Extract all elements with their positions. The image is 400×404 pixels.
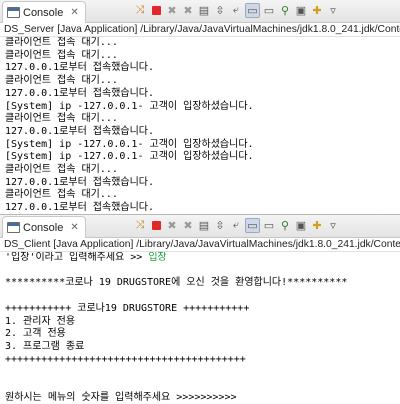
stop-icon[interactable] bbox=[149, 4, 163, 18]
client-console-tab-label: Console bbox=[23, 221, 64, 234]
display-console-icon[interactable]: ▣ bbox=[294, 4, 308, 18]
console-line: 클라이언트 접속 대기... bbox=[5, 37, 118, 48]
client-console-tab[interactable]: Console ✕ bbox=[2, 216, 86, 238]
remove-all-icon[interactable]: ✖ bbox=[181, 219, 195, 233]
show-on-output-icon[interactable]: ▭ bbox=[245, 3, 260, 18]
console-line: 127.0.0.1로부터 접속했습니다. bbox=[5, 202, 155, 214]
console-line: 클라이언트 접속 대기... bbox=[5, 49, 118, 61]
remove-launch-icon[interactable]: ✖ bbox=[165, 219, 179, 233]
console-line: 원하시는 메뉴의 숫자를 입력해주세요 >>>>>>>>>> bbox=[5, 391, 237, 403]
console-line: [System] ip -127.0.0.1- 고객이 입장하셨습니다. bbox=[5, 100, 254, 112]
server-console-toolbar: ⤨ ✖ ✖ ▤ ⇳ ⤶ ▭ ▭ ⚲ ▣ ✚ ▿ bbox=[133, 3, 340, 18]
pin-console-icon[interactable]: ⚲ bbox=[278, 4, 292, 18]
scroll-lock-icon[interactable]: ⇳ bbox=[213, 219, 227, 233]
console-line: 클라이언트 접속 대기... bbox=[5, 75, 118, 87]
console-line: 127.0.0.1로부터 접속했습니다. bbox=[5, 62, 155, 74]
console-line: 클라이언트 접속 대기... bbox=[5, 113, 118, 125]
display-console-icon[interactable]: ▣ bbox=[294, 219, 308, 233]
console-line: **********코로나 19 DRUGSTORE에 오신 것을 환영합니다!… bbox=[5, 277, 348, 289]
client-prompt-text: '입장'이라고 입력해주세요 >> bbox=[5, 252, 149, 263]
client-user-input: 입장 bbox=[148, 252, 167, 263]
clear-console-icon[interactable]: ▤ bbox=[197, 219, 211, 233]
console-line: 127.0.0.1로부터 접속했습니다. bbox=[5, 176, 155, 188]
server-console-output[interactable]: 클라이언트 접속 대기... 클라이언트 접속 대기... 127.0.0.1로… bbox=[0, 37, 400, 228]
scroll-lock-icon[interactable]: ⇳ bbox=[213, 4, 227, 18]
console-line: ++++++++++++++++++++++++++++++++++++++++ bbox=[5, 353, 246, 365]
open-console-icon[interactable]: ✚ bbox=[310, 219, 324, 233]
console-line: 2. 고객 전용 bbox=[5, 328, 66, 340]
show-on-output-icon[interactable]: ▭ bbox=[245, 218, 260, 233]
open-console-icon[interactable]: ✚ bbox=[310, 4, 324, 18]
remove-launch-icon[interactable]: ✖ bbox=[165, 4, 179, 18]
server-console-tab-label: Console bbox=[23, 6, 64, 19]
clear-console-icon[interactable]: ▤ bbox=[197, 4, 211, 18]
server-console-tab[interactable]: Console ✕ bbox=[2, 1, 86, 23]
console-line: [System] ip -127.0.0.1- 고객이 입장하셨습니다. bbox=[5, 151, 254, 163]
client-console-tabbar: Console ✕ ⤨ ✖ ✖ ▤ ⇳ ⤶ ▭ ▭ ⚲ ▣ ✚ ▿ bbox=[0, 215, 400, 238]
client-launch-description: DS_Client [Java Application] /Library/Ja… bbox=[0, 238, 400, 252]
show-on-error-icon[interactable]: ▭ bbox=[262, 4, 276, 18]
console-line: 클라이언트 접속 대기... bbox=[5, 189, 118, 201]
console-icon bbox=[7, 222, 20, 233]
close-icon[interactable]: ✕ bbox=[70, 7, 78, 18]
show-on-error-icon[interactable]: ▭ bbox=[262, 219, 276, 233]
view-menu-icon[interactable]: ▿ bbox=[326, 219, 340, 233]
console-line: [System] ip -127.0.0.1- 고객이 입장하셨습니다. bbox=[5, 138, 254, 150]
client-console-toolbar: ⤨ ✖ ✖ ▤ ⇳ ⤶ ▭ ▭ ⚲ ▣ ✚ ▿ bbox=[133, 218, 340, 233]
console-line: 3. 프로그램 종료 bbox=[5, 340, 85, 352]
console-line: +++++++++++ 코로나19 DRUGSTORE +++++++++++ bbox=[5, 302, 250, 314]
client-console-lines: **********코로나 19 DRUGSTORE에 오신 것을 환영합니다!… bbox=[5, 277, 347, 402]
console-line: 127.0.0.1로부터 접속했습니다. bbox=[5, 125, 155, 137]
client-console-view: Console ✕ ⤨ ✖ ✖ ▤ ⇳ ⤶ ▭ ▭ ⚲ ▣ ✚ ▿ DS_Cli… bbox=[0, 214, 400, 404]
stop-icon[interactable] bbox=[149, 219, 163, 233]
view-menu-icon[interactable]: ▿ bbox=[326, 4, 340, 18]
server-console-tabbar: Console ✕ ⤨ ✖ ✖ ▤ ⇳ ⤶ ▭ ▭ ⚲ ▣ ✚ ▿ bbox=[0, 0, 400, 23]
console-line: 클라이언트 접속 대기... bbox=[5, 164, 118, 176]
console-line: 1. 관리자 전용 bbox=[5, 315, 76, 327]
console-icon bbox=[7, 7, 20, 18]
terminate-all-icon[interactable]: ⤨ bbox=[133, 219, 147, 233]
remove-all-icon[interactable]: ✖ bbox=[181, 4, 195, 18]
close-icon[interactable]: ✕ bbox=[70, 222, 78, 233]
word-wrap-icon[interactable]: ⤶ bbox=[229, 219, 243, 233]
client-console-output[interactable]: '입장'이라고 입력해주세요 >> 입장 **********코로나 19 DR… bbox=[0, 252, 400, 404]
console-line: 127.0.0.1로부터 접속했습니다. bbox=[5, 87, 155, 99]
server-console-view: Console ✕ ⤨ ✖ ✖ ▤ ⇳ ⤶ ▭ ▭ ⚲ ▣ ✚ ▿ DS_Ser… bbox=[0, 0, 400, 226]
pin-console-icon[interactable]: ⚲ bbox=[278, 219, 292, 233]
server-launch-description: DS_Server [Java Application] /Library/Ja… bbox=[0, 23, 400, 37]
terminate-all-icon[interactable]: ⤨ bbox=[133, 4, 147, 18]
word-wrap-icon[interactable]: ⤶ bbox=[229, 4, 243, 18]
